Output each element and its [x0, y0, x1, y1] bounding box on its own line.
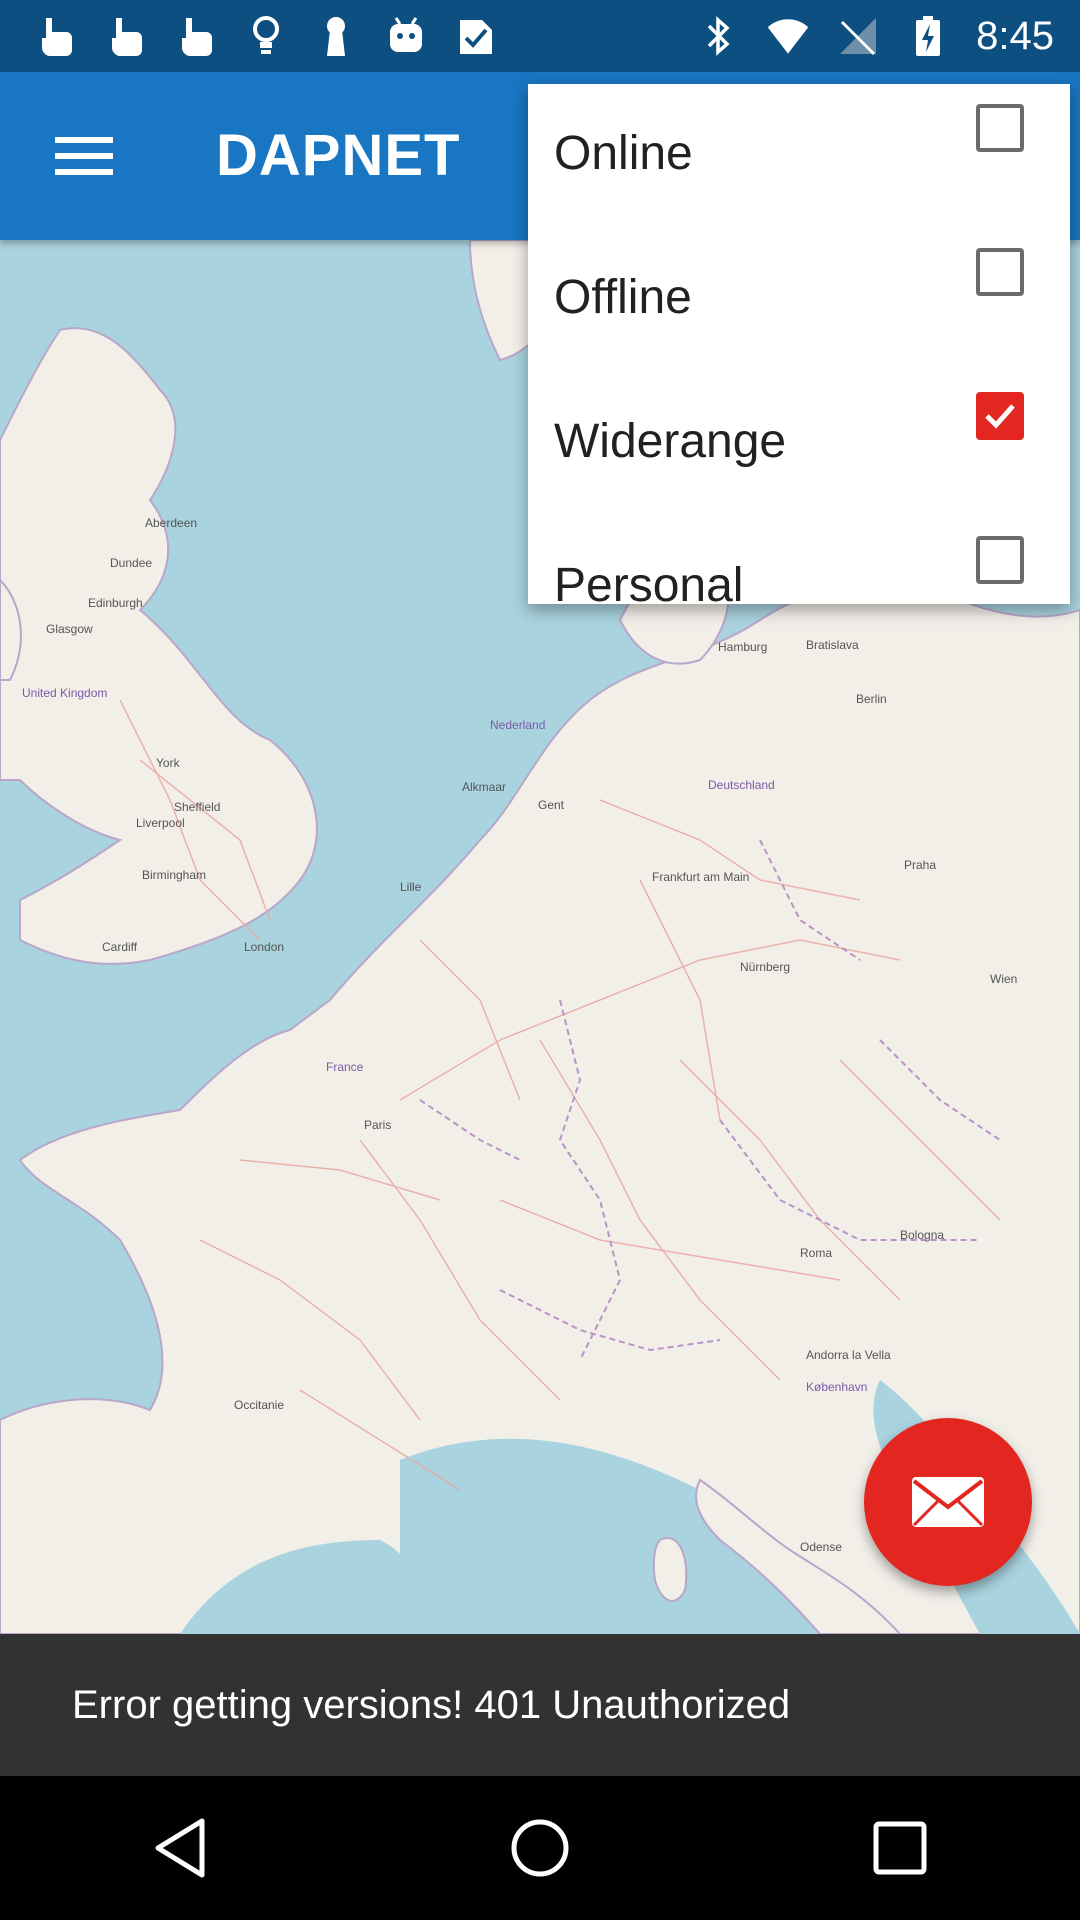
- back-button[interactable]: [130, 1798, 230, 1898]
- map-label: Nürnberg: [740, 960, 791, 974]
- map-label: Occitanie: [234, 1398, 285, 1412]
- app-title: DAPNET: [216, 123, 461, 188]
- notification-icons: [34, 14, 498, 58]
- map-label: Nederland: [490, 718, 546, 732]
- home-button[interactable]: [490, 1798, 590, 1898]
- hand-icon: [34, 14, 78, 58]
- menu-button[interactable]: [40, 112, 128, 200]
- system-nav-bar: [0, 1776, 1080, 1920]
- map-label: Edinburgh: [88, 596, 143, 610]
- no-signal-icon: [836, 14, 880, 58]
- map-label: Wien: [990, 972, 1018, 986]
- hand-icon: [104, 14, 148, 58]
- map-label: Aberdeen: [145, 516, 198, 530]
- map-label: Frankfurt am Main: [652, 870, 750, 884]
- map-label: Cardiff: [102, 940, 138, 954]
- map-label: Bratislava: [806, 638, 859, 652]
- snackbar-message: Error getting versions! 401 Unauthorized: [72, 1682, 791, 1727]
- map-label: Alkmaar: [462, 780, 507, 794]
- map-label: København: [806, 1380, 868, 1394]
- back-icon: [155, 1818, 205, 1878]
- snackbar: Error getting versions! 401 Unauthorized: [0, 1634, 1080, 1776]
- filter-item-personal[interactable]: Personal: [528, 516, 1070, 612]
- map-label: Glasgow: [46, 622, 93, 636]
- map-label: Berlin: [856, 692, 887, 706]
- hamburger-icon: [55, 137, 113, 175]
- map-label: Bologna: [900, 1228, 945, 1242]
- map-label: London: [244, 940, 285, 954]
- map-label: Dundee: [110, 556, 153, 570]
- wifi-icon: [766, 14, 810, 58]
- checkmark-icon: [985, 404, 1015, 429]
- map-label: United Kingdom: [22, 686, 108, 700]
- hand-icon: [174, 14, 218, 58]
- filter-label: Offline: [554, 271, 692, 324]
- map-label: Paris: [364, 1118, 392, 1132]
- map-label: Roma: [800, 1246, 833, 1260]
- recents-icon: [873, 1821, 927, 1875]
- offline-checkbox[interactable]: [976, 248, 1024, 296]
- status-bar: 8:45: [0, 0, 1080, 72]
- map-label: Gent: [538, 798, 565, 812]
- filter-item-widerange[interactable]: Widerange: [528, 372, 1070, 516]
- filter-label: Widerange: [554, 415, 787, 468]
- personal-checkbox[interactable]: [976, 536, 1024, 584]
- map-label: France: [326, 1060, 364, 1074]
- status-time: 8:45: [976, 13, 1054, 58]
- filter-menu: Online Offline Widerange Personal: [528, 84, 1070, 612]
- filter-item-offline[interactable]: Offline: [528, 228, 1070, 372]
- map-label: Lille: [400, 880, 422, 894]
- map-label: Hamburg: [718, 640, 768, 654]
- map-label: Deutschland: [708, 778, 775, 792]
- home-icon: [511, 1819, 569, 1877]
- filter-label: Online: [554, 127, 693, 180]
- online-checkbox[interactable]: [976, 104, 1024, 152]
- map-label: Praha: [904, 858, 937, 872]
- recents-button[interactable]: [850, 1798, 950, 1898]
- filter-item-online[interactable]: Online: [528, 84, 1070, 228]
- map-label: Birmingham: [142, 868, 207, 882]
- keyhole-icon: [314, 14, 358, 58]
- map-label: Andorra la Vella: [806, 1348, 891, 1362]
- system-icons: 8:45: [696, 14, 1054, 59]
- filter-label: Personal: [554, 559, 744, 612]
- map-label: Liverpool: [136, 816, 185, 830]
- lightbulb-icon: [244, 14, 288, 58]
- android-icon: [384, 14, 428, 58]
- battery-charging-icon: [906, 14, 950, 58]
- check-icon: [454, 14, 498, 58]
- map-label: Odense: [800, 1540, 843, 1554]
- mail-icon: [912, 1477, 984, 1527]
- send-message-button[interactable]: [864, 1418, 1032, 1586]
- map-label: York: [156, 756, 180, 770]
- bluetooth-icon: [696, 14, 740, 58]
- widerange-checkbox[interactable]: [976, 392, 1024, 440]
- map-label: Sheffield: [174, 800, 221, 814]
